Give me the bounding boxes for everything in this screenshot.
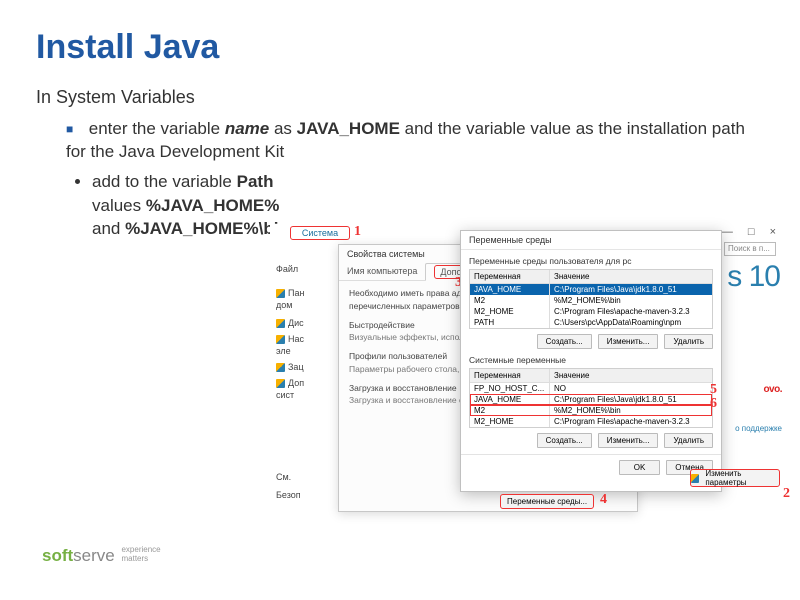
search-input[interactable]: Поиск в п...: [724, 242, 776, 256]
windows10-text: s 10: [727, 260, 780, 294]
screenshot-area: — □ × Поиск в п... s 10 ovo. о поддержке…: [270, 224, 790, 524]
shield-icon: [276, 363, 285, 372]
dialog-title: Переменные среды: [461, 231, 721, 250]
edit-button[interactable]: Изменить...: [598, 433, 659, 448]
system-link[interactable]: Система: [290, 226, 350, 240]
marker-1: 1: [354, 224, 361, 240]
delete-button[interactable]: Удалить: [664, 433, 713, 448]
edit-button[interactable]: Изменить...: [598, 334, 659, 349]
file-menu[interactable]: Файл: [276, 262, 298, 276]
user-vars-label: Переменные среды пользователя для pc: [469, 256, 713, 266]
ok-button[interactable]: OK: [619, 460, 661, 475]
table-row[interactable]: JAVA_HOMEC:\Program Files\Java\jdk1.8.0_…: [470, 394, 712, 405]
softserve-logo: softserve experiencematters: [42, 546, 161, 566]
table-row[interactable]: M2_HOMEC:\Program Files\apache-maven-3.2…: [470, 416, 712, 427]
env-variables-dialog: Переменные среды Переменные среды пользо…: [460, 230, 722, 492]
table-row[interactable]: M2_HOMEC:\Program Files\apache-maven-3.2…: [470, 306, 712, 317]
user-vars-table[interactable]: ПеременнаяЗначение JAVA_HOMEC:\Program F…: [469, 269, 713, 329]
env-vars-button[interactable]: Переменные среды...: [500, 494, 594, 509]
table-row[interactable]: JAVA_HOMEC:\Program Files\Java\jdk1.8.0_…: [470, 284, 712, 295]
tab-computer-name[interactable]: Имя компьютера: [339, 263, 425, 280]
bullet-path: add to the variable Path values %JAVA_HO…: [92, 170, 292, 241]
shield-icon: [691, 474, 699, 483]
shield-icon: [276, 335, 285, 344]
table-row[interactable]: M2%M2_HOME%\bin: [470, 405, 712, 416]
system-vars-table[interactable]: ПеременнаяЗначение FP_NO_HOST_C...NO JAV…: [469, 368, 713, 428]
create-button[interactable]: Создать...: [537, 334, 592, 349]
shield-icon: [276, 379, 285, 388]
system-vars-label: Системные переменные: [469, 355, 713, 365]
marker-2: 2: [783, 486, 790, 502]
table-row[interactable]: FP_NO_HOST_C...NO: [470, 383, 712, 394]
marker-6: 6: [710, 396, 717, 412]
table-row[interactable]: M2%M2_HOME%\bin: [470, 295, 712, 306]
create-button[interactable]: Создать...: [537, 433, 592, 448]
change-params-button[interactable]: Изменить параметры: [690, 469, 780, 487]
support-link[interactable]: о поддержке: [735, 424, 782, 433]
marker-4: 4: [600, 492, 607, 508]
window-controls[interactable]: — □ ×: [722, 226, 782, 238]
delete-button[interactable]: Удалить: [664, 334, 713, 349]
table-row[interactable]: PATHC:\Users\pc\AppData\Roaming\npm: [470, 317, 712, 328]
shield-icon: [276, 289, 285, 298]
shield-icon: [276, 319, 285, 328]
lenovo-brand: ovo.: [763, 384, 782, 395]
bullet-java-home: enter the variable name as JAVA_HOME and…: [66, 118, 764, 164]
slide-subtitle: In System Variables: [36, 87, 764, 108]
slide-title: Install Java: [36, 28, 764, 67]
